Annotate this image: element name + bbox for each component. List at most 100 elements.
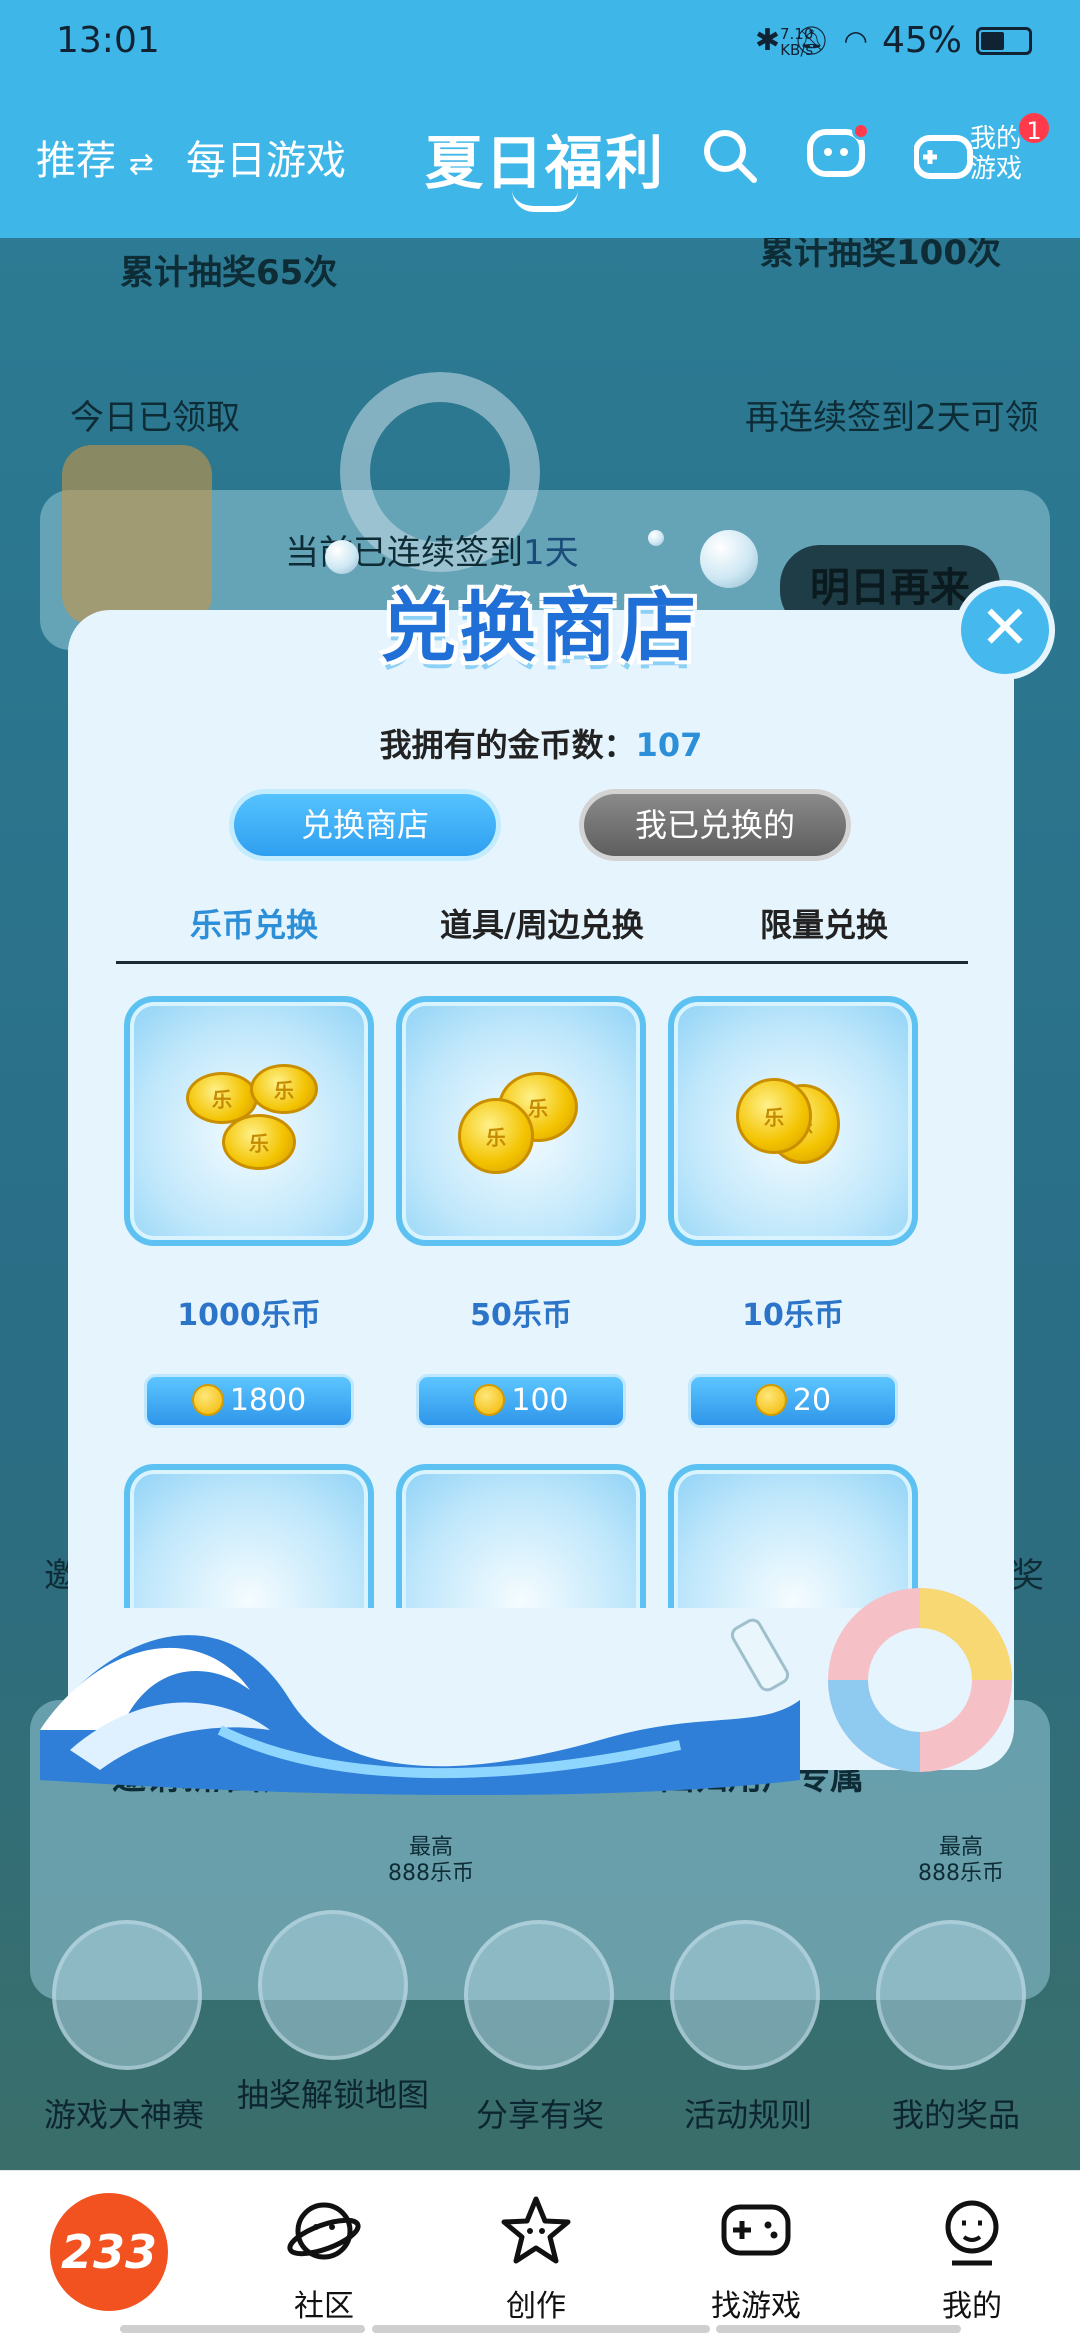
bg-max-right-label: 最高 <box>938 1835 983 1860</box>
title-smile-decoration <box>512 190 578 212</box>
coin-balance-label: 我拥有的金币数： <box>379 726 636 764</box>
nav-profile-label: 我的 <box>942 2289 1002 2324</box>
bubble-decoration <box>700 530 758 588</box>
bg-icon-prizes <box>876 1920 1026 2070</box>
item-price-button[interactable]: 1800 <box>144 1374 354 1428</box>
home-indicator <box>120 2325 365 2333</box>
bubble-decoration <box>325 540 359 574</box>
tab-daily-games[interactable]: 每日游戏 <box>186 128 346 186</box>
bg-total-draws-65: 累计抽奖65次 <box>120 253 338 293</box>
coin-stack-icon: 乐 <box>250 1064 318 1114</box>
top-bar: 13:01 7.10 KB/s ✱ 🔕︎ ◠ 45% 推荐 ⇄ 每日游戏 夏日福… <box>0 0 1080 238</box>
toggle-redeemed[interactable]: 我已兑换的 <box>584 794 846 856</box>
nav-community[interactable]: 社区 <box>244 2193 404 2325</box>
my-games-button[interactable] <box>913 126 974 186</box>
status-time: 13:01 <box>56 20 160 61</box>
my-games-badge: 1 <box>1016 110 1052 146</box>
item-name: 1000乐币 <box>177 1298 321 1333</box>
bg-streak-hint: 再连续签到2天可领 <box>745 398 1039 438</box>
bg-today-claimed: 今日已领取 <box>70 398 240 438</box>
coin-stack-icon: 乐 <box>458 1098 534 1174</box>
gold-coin-icon <box>191 1384 224 1416</box>
bg-icon-rules <box>670 1920 820 2070</box>
nav-create-label: 创作 <box>506 2289 566 2324</box>
notification-dot <box>852 122 870 140</box>
bg-icon-share <box>464 1920 614 2070</box>
item-price: 1800 <box>229 1383 307 1418</box>
header-nav: 推荐 ⇄ 每日游戏 夏日福利 我的 游戏 1 <box>0 110 1080 212</box>
item-price: 20 <box>792 1383 832 1418</box>
swap-icon: ⇄ <box>128 147 154 182</box>
modal-title: 兑换商店 <box>380 583 700 672</box>
battery-icon <box>976 26 1032 55</box>
coin-glyph: 乐 <box>212 1087 232 1112</box>
home-indicator <box>372 2325 710 2333</box>
wave-decoration <box>40 1588 1012 1795</box>
nav-profile[interactable]: 我的 <box>892 2193 1052 2325</box>
coin-glyph: 乐 <box>274 1078 294 1103</box>
tab-recommend[interactable]: 推荐 ⇄ <box>36 128 154 186</box>
message-icon[interactable] <box>806 122 870 186</box>
tab-props-merch-exchange[interactable]: 道具/周边兑换 <box>440 900 644 946</box>
tab-limited-exchange[interactable]: 限量兑换 <box>760 900 888 946</box>
shop-item[interactable]: 乐 乐 乐 1000乐币 1800 <box>124 996 374 1428</box>
bg-max-right-amount: 888乐币 <box>918 1861 1004 1886</box>
status-icons: ✱ 🔕︎ ◠ 45% <box>755 20 1032 61</box>
bottom-nav: 233 社区 创作 找游戏 我的 <box>0 2170 1080 2340</box>
item-grid: 乐 乐 乐 1000乐币 1800 乐 乐 50乐币 100 乐 乐 10乐币 … <box>124 996 964 1608</box>
tab-lebi-exchange[interactable]: 乐币兑换 <box>190 900 318 946</box>
my-games-label: 我的 游戏 <box>970 124 1023 184</box>
coin-balance: 我拥有的金币数：107 <box>68 720 1014 766</box>
status-bar: 13:01 7.10 KB/s ✱ 🔕︎ ◠ 45% <box>0 0 1080 84</box>
exchange-subtabs: 乐币兑换 道具/周边兑换 限量兑换 <box>116 890 968 964</box>
bubble-decoration <box>648 530 664 546</box>
gold-coin-icon <box>754 1384 787 1416</box>
item-image-frame: 乐 乐 <box>396 996 646 1246</box>
tab-recommend-label: 推荐 <box>36 138 116 184</box>
item-image-frame: 乐 乐 <box>668 996 918 1246</box>
bg-label-prizes: 我的奖品 <box>891 2096 1020 2134</box>
coin-stack-icon: 乐 <box>222 1114 296 1170</box>
gold-coin-icon <box>473 1384 506 1416</box>
bg-max-right: 最高 888乐币 <box>918 1835 1004 1887</box>
coin-balance-value: 107 <box>635 726 703 764</box>
coin-glyph: 乐 <box>249 1131 269 1156</box>
item-name: 50乐币 <box>470 1298 572 1333</box>
bg-icon-tournament <box>52 1920 202 2070</box>
bluetooth-icon: ✱ <box>754 23 780 58</box>
coin-glyph: 乐 <box>764 1105 784 1130</box>
item-name: 10乐币 <box>742 1298 844 1333</box>
page-title: 夏日福利 <box>425 129 666 197</box>
close-button[interactable]: ✕ <box>955 580 1055 680</box>
home-logo-button[interactable]: 233 <box>50 2193 168 2311</box>
search-icon[interactable] <box>700 126 760 186</box>
item-image-frame: 乐 乐 乐 <box>124 996 374 1246</box>
battery-percent: 45% <box>881 20 962 61</box>
bg-label-map: 抽奖解锁地图 <box>236 2076 429 2114</box>
nav-find-games[interactable]: 找游戏 <box>676 2193 836 2325</box>
shop-item[interactable]: 乐 乐 50乐币 100 <box>396 996 646 1428</box>
bg-max-left-label: 最高 <box>408 1835 453 1860</box>
nav-community-label: 社区 <box>294 2289 354 2324</box>
item-price: 100 <box>511 1383 569 1418</box>
star-face-icon <box>501 2196 571 2264</box>
coin-glyph: 乐 <box>486 1125 506 1150</box>
bg-label-rules: 活动规则 <box>683 2096 812 2134</box>
profile-face-icon <box>945 2200 999 2266</box>
bg-max-left: 最高 888乐币 <box>388 1835 474 1887</box>
nav-find-games-label: 找游戏 <box>711 2289 801 2324</box>
bg-max-left-amount: 888乐币 <box>388 1861 474 1886</box>
close-icon: ✕ <box>979 593 1031 663</box>
item-price-button[interactable]: 100 <box>416 1374 626 1428</box>
bg-label-tournament: 游戏大神赛 <box>43 2096 204 2134</box>
coin-stack-icon: 乐 <box>736 1078 812 1154</box>
gamepad-icon <box>721 2204 791 2256</box>
planet-face-icon <box>287 2202 361 2260</box>
bg-icon-map <box>258 1910 408 2060</box>
bg-reward-chest <box>62 445 212 625</box>
toggle-exchange-store[interactable]: 兑换商店 <box>234 794 496 856</box>
item-price-button[interactable]: 20 <box>688 1374 898 1428</box>
nav-create[interactable]: 创作 <box>456 2193 616 2325</box>
bg-label-share: 分享有奖 <box>475 2096 604 2134</box>
shop-item[interactable]: 乐 乐 10乐币 20 <box>668 996 918 1428</box>
